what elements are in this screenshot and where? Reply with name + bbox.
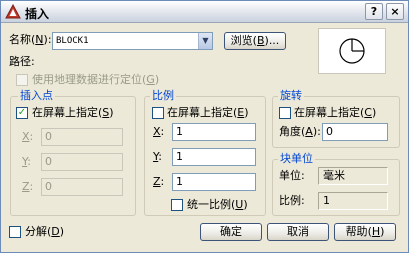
scale-z-input[interactable]: 1 bbox=[172, 173, 256, 191]
geo-checkbox[interactable] bbox=[16, 74, 28, 86]
insertion-point-title: 插入点 bbox=[18, 89, 55, 103]
insertion-y-input[interactable]: 0 bbox=[41, 153, 123, 171]
block-preview bbox=[318, 28, 386, 74]
explode-label: 分解(D) bbox=[25, 225, 65, 238]
scale-on-screen-label: 在屏幕上指定(E) bbox=[167, 106, 249, 119]
block-unit-title: 块单位 bbox=[278, 152, 315, 166]
explode-checkbox[interactable] bbox=[9, 226, 21, 238]
uniform-scale-checkbox[interactable] bbox=[171, 199, 183, 211]
scale-y-label: Y: bbox=[153, 150, 162, 163]
help-icon[interactable]: ? bbox=[365, 3, 383, 20]
scale-x-input[interactable]: 1 bbox=[172, 123, 256, 141]
help-button[interactable]: 帮助(H) bbox=[334, 223, 396, 241]
insertion-y-label: Y: bbox=[22, 155, 31, 168]
rotation-on-screen-checkbox[interactable] bbox=[279, 107, 291, 119]
geo-label: 使用地理数据进行定位(G) bbox=[32, 73, 160, 86]
angle-input[interactable]: 0 bbox=[322, 123, 388, 141]
insert-dialog: 插入 ? × 名称(N): BLOCK1 ▼ 浏览(B)... 路径: 使用地理… bbox=[0, 0, 409, 253]
uniform-scale-label: 统一比例(U) bbox=[187, 198, 248, 211]
rotation-title: 旋转 bbox=[278, 89, 304, 103]
cancel-button[interactable]: 取消 bbox=[267, 223, 329, 241]
name-label: 名称(N): bbox=[9, 33, 52, 46]
block-preview-image bbox=[339, 38, 365, 64]
browse-button[interactable]: 浏览(B)... bbox=[224, 32, 286, 50]
block-name-value: BLOCK1 bbox=[56, 36, 89, 46]
unit-value: 毫米 bbox=[318, 167, 388, 185]
path-label: 路径: bbox=[9, 55, 35, 68]
scale-on-screen-checkbox[interactable] bbox=[152, 107, 164, 119]
insertion-on-screen-checkbox[interactable]: ✓ bbox=[16, 107, 28, 119]
close-icon[interactable]: × bbox=[386, 3, 404, 20]
chevron-down-icon[interactable]: ▼ bbox=[198, 33, 212, 49]
scale-y-input[interactable]: 1 bbox=[172, 148, 256, 166]
insertion-z-label: Z: bbox=[22, 180, 34, 193]
insertion-z-input[interactable]: 0 bbox=[41, 178, 123, 196]
scale-title: 比例 bbox=[150, 89, 176, 103]
block-name-combo[interactable]: BLOCK1 ▼ bbox=[52, 32, 213, 50]
insertion-on-screen-label: 在屏幕上指定(S) bbox=[32, 106, 114, 119]
insertion-x-label: X: bbox=[22, 130, 34, 143]
ok-button[interactable]: 确定 bbox=[200, 223, 262, 241]
title-bar[interactable]: 插入 ? × bbox=[1, 1, 408, 23]
rotation-on-screen-label: 在屏幕上指定(C) bbox=[294, 106, 377, 119]
factor-label: 比例: bbox=[279, 194, 305, 207]
scale-z-label: Z: bbox=[153, 175, 165, 188]
dialog-title: 插入 bbox=[25, 7, 50, 21]
angle-label: 角度(A): bbox=[279, 125, 321, 138]
autocad-app-icon bbox=[5, 4, 21, 19]
scale-x-label: X: bbox=[153, 125, 165, 138]
unit-label: 单位: bbox=[279, 169, 305, 182]
factor-value: 1 bbox=[318, 192, 388, 210]
insertion-x-input[interactable]: 0 bbox=[41, 128, 123, 146]
